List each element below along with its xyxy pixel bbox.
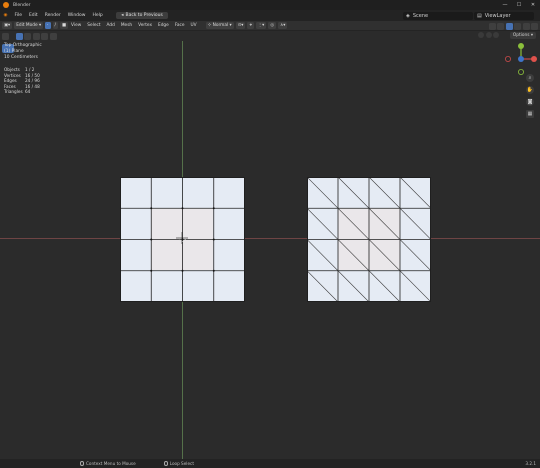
rendered-shading-icon[interactable] [531, 22, 538, 30]
tool-settings-row [0, 31, 540, 41]
close-button[interactable]: ✕ [526, 0, 540, 10]
mirror-y-icon[interactable] [485, 32, 492, 38]
menu-uv[interactable]: UV [188, 23, 200, 28]
stats-label: Triangles [4, 89, 23, 95]
title-bar: Blender — ☐ ✕ [0, 0, 540, 10]
mode-label: Edit Mode [16, 23, 38, 28]
menu-help[interactable]: Help [89, 13, 106, 18]
transform-orientation-selector[interactable]: ⊹ Normal ▾ [205, 22, 234, 29]
proportional-edit-button[interactable]: ◎ [268, 22, 277, 29]
status-hint-2: Loop Select [169, 461, 194, 466]
blender-logo-icon [3, 2, 9, 8]
editor-type-button[interactable]: ▣▾ [2, 22, 13, 29]
right-plane-wireframe [307, 177, 431, 302]
edge-select-button[interactable]: / [52, 22, 58, 29]
gizmo-neg-x-icon[interactable] [505, 55, 511, 62]
wireframe-shading-icon[interactable] [514, 22, 521, 30]
mode-selector[interactable]: Edit Mode ▾ [14, 22, 44, 29]
gizmo-x-axis-icon[interactable] [531, 56, 537, 62]
grid-scale: 10 Centimeters [4, 55, 38, 61]
mouse-icon [80, 461, 84, 466]
menu-face[interactable]: Face [172, 23, 188, 28]
menu-edit[interactable]: Edit [25, 13, 41, 18]
select-new-icon[interactable] [15, 32, 23, 40]
status-loop-select-hint: Loop Select [163, 461, 194, 466]
select-extend-icon[interactable] [24, 32, 31, 40]
overlays-icon[interactable] [497, 22, 504, 30]
stats-value: 64 [25, 89, 31, 95]
solid-shading-icon[interactable] [505, 22, 513, 30]
3d-viewport[interactable] [0, 41, 540, 459]
status-mouse-hint: Context Menu to Mouse [80, 461, 136, 466]
stats-row: Triangles 64 [4, 89, 40, 95]
view-layer-selector[interactable]: ▤ ViewLayer [474, 11, 534, 20]
vertex-select-button[interactable]: · [45, 22, 51, 29]
status-bar: Context Menu to Mouse Loop Select 3.2.1 [0, 459, 540, 468]
orientation-icon: ⊹ [207, 23, 212, 28]
pivot-point-button[interactable]: ⊙▾ [235, 22, 246, 29]
face-select-button[interactable]: ■ [59, 22, 69, 29]
status-hint-1: Context Menu to Mouse [86, 461, 136, 466]
back-arrow-icon: ◂ [121, 13, 124, 18]
version-label: 3.2.1 [525, 461, 536, 466]
gizmo-z-axis-icon[interactable] [518, 56, 524, 62]
proportional-falloff-button[interactable]: ∧▾ [278, 22, 288, 29]
3d-cursor-icon [176, 232, 188, 244]
maximize-button[interactable]: ☐ [512, 0, 526, 10]
select-intersect-icon[interactable] [49, 32, 57, 40]
snap-settings-button[interactable]: ⋮▾ [255, 22, 267, 29]
scene-name: Scene [412, 12, 429, 19]
statistics-overlay: Objects 1 / 2 Vertices 16 / 50 Edges 24 / 9… [4, 67, 40, 95]
orientation-label: Normal [212, 23, 229, 28]
menu-mesh[interactable]: Mesh [118, 23, 135, 28]
gizmo-y-axis-icon[interactable] [518, 43, 524, 49]
right-plane-mesh[interactable] [307, 177, 431, 302]
navigation-controls: ⌕ ✋ ◙ ▦ [526, 74, 534, 122]
viewport-info-overlay: Top Orthographic (1) Plane 10 Centimeter… [4, 43, 42, 62]
window-title: Blender [13, 2, 31, 8]
menu-file[interactable]: File [11, 13, 26, 18]
scene-selector[interactable]: ◈ Scene [403, 11, 473, 20]
select-invert-icon[interactable] [41, 32, 48, 40]
mouse-icon [163, 461, 168, 466]
menu-window[interactable]: Window [64, 13, 89, 18]
top-menu-bar: ◉ File Edit Render Window Help ◂ Back to… [0, 10, 540, 21]
back-to-previous-button[interactable]: ◂ Back to Previous [116, 12, 168, 19]
snap-toggle-button[interactable]: ⌖ [247, 22, 254, 29]
material-shading-icon[interactable] [522, 22, 530, 30]
navigation-gizmo[interactable] [503, 41, 539, 77]
viewport-header: ▣▾ Edit Mode ▾ · / ■ View Select Add Mes… [0, 21, 540, 31]
transform-gizmo-options [478, 32, 499, 38]
tool-settings-spacer [10, 33, 14, 40]
menu-select[interactable]: Select [84, 23, 103, 28]
menu-vertex[interactable]: Vertex [135, 23, 155, 28]
gizmo-neg-y-icon[interactable] [517, 68, 524, 75]
xray-toggle-icon[interactable] [488, 22, 496, 30]
menu-add[interactable]: Add [104, 23, 118, 28]
minimize-button[interactable]: — [498, 0, 512, 10]
menu-view[interactable]: View [68, 23, 84, 28]
camera-view-icon[interactable]: ◙ [526, 98, 534, 106]
view-layer-name: ViewLayer [484, 12, 511, 19]
x-axis-line [0, 238, 540, 239]
menu-blender-logo-icon[interactable]: ◉ [0, 13, 11, 18]
viewport-shading-group [488, 22, 538, 30]
menu-edge[interactable]: Edge [155, 23, 172, 28]
pan-hand-icon[interactable]: ✋ [526, 86, 534, 94]
mirror-z-icon[interactable] [493, 32, 499, 38]
select-subtract-icon[interactable] [32, 32, 40, 40]
options-label: Options [512, 33, 530, 38]
options-dropdown[interactable]: Options ▾ [509, 32, 536, 39]
view-layer-icon: ▤ [477, 12, 482, 19]
perspective-toggle-icon[interactable]: ▦ [526, 110, 534, 118]
mirror-x-icon[interactable] [478, 32, 484, 38]
tool-select-icon[interactable] [1, 32, 9, 40]
zoom-icon[interactable]: ⌕ [526, 74, 534, 82]
menu-render[interactable]: Render [41, 13, 64, 18]
scene-icon: ◈ [406, 12, 410, 19]
back-to-previous-label: Back to Previous [125, 13, 163, 18]
